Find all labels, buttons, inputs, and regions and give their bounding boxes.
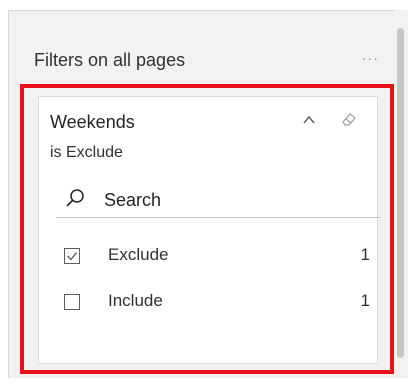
checkmark-icon bbox=[67, 252, 78, 261]
filter-item-include[interactable]: Include 1 bbox=[56, 289, 370, 319]
filter-item-label: Include bbox=[108, 291, 163, 310]
filter-card-subtitle: is Exclude bbox=[50, 144, 123, 161]
checkbox-exclude[interactable] bbox=[64, 248, 80, 264]
scrollbar-thumb[interactable] bbox=[397, 28, 404, 358]
filter-item-exclude[interactable]: Exclude 1 bbox=[56, 243, 370, 273]
filter-card bbox=[38, 96, 378, 364]
filter-pane-title: Filters on all pages bbox=[34, 50, 186, 70]
filter-item-label: Exclude bbox=[108, 245, 169, 264]
eraser-icon[interactable] bbox=[340, 110, 358, 128]
chevron-up-icon[interactable] bbox=[300, 112, 318, 128]
ellipsis-icon[interactable]: ··· bbox=[362, 50, 379, 66]
search-icon bbox=[66, 189, 84, 207]
search-input[interactable] bbox=[104, 187, 344, 213]
checkbox-include[interactable] bbox=[64, 294, 80, 310]
filter-card-title[interactable]: Weekends bbox=[50, 112, 135, 133]
filter-item-count: 1 bbox=[360, 291, 370, 310]
filter-item-count: 1 bbox=[360, 245, 370, 264]
